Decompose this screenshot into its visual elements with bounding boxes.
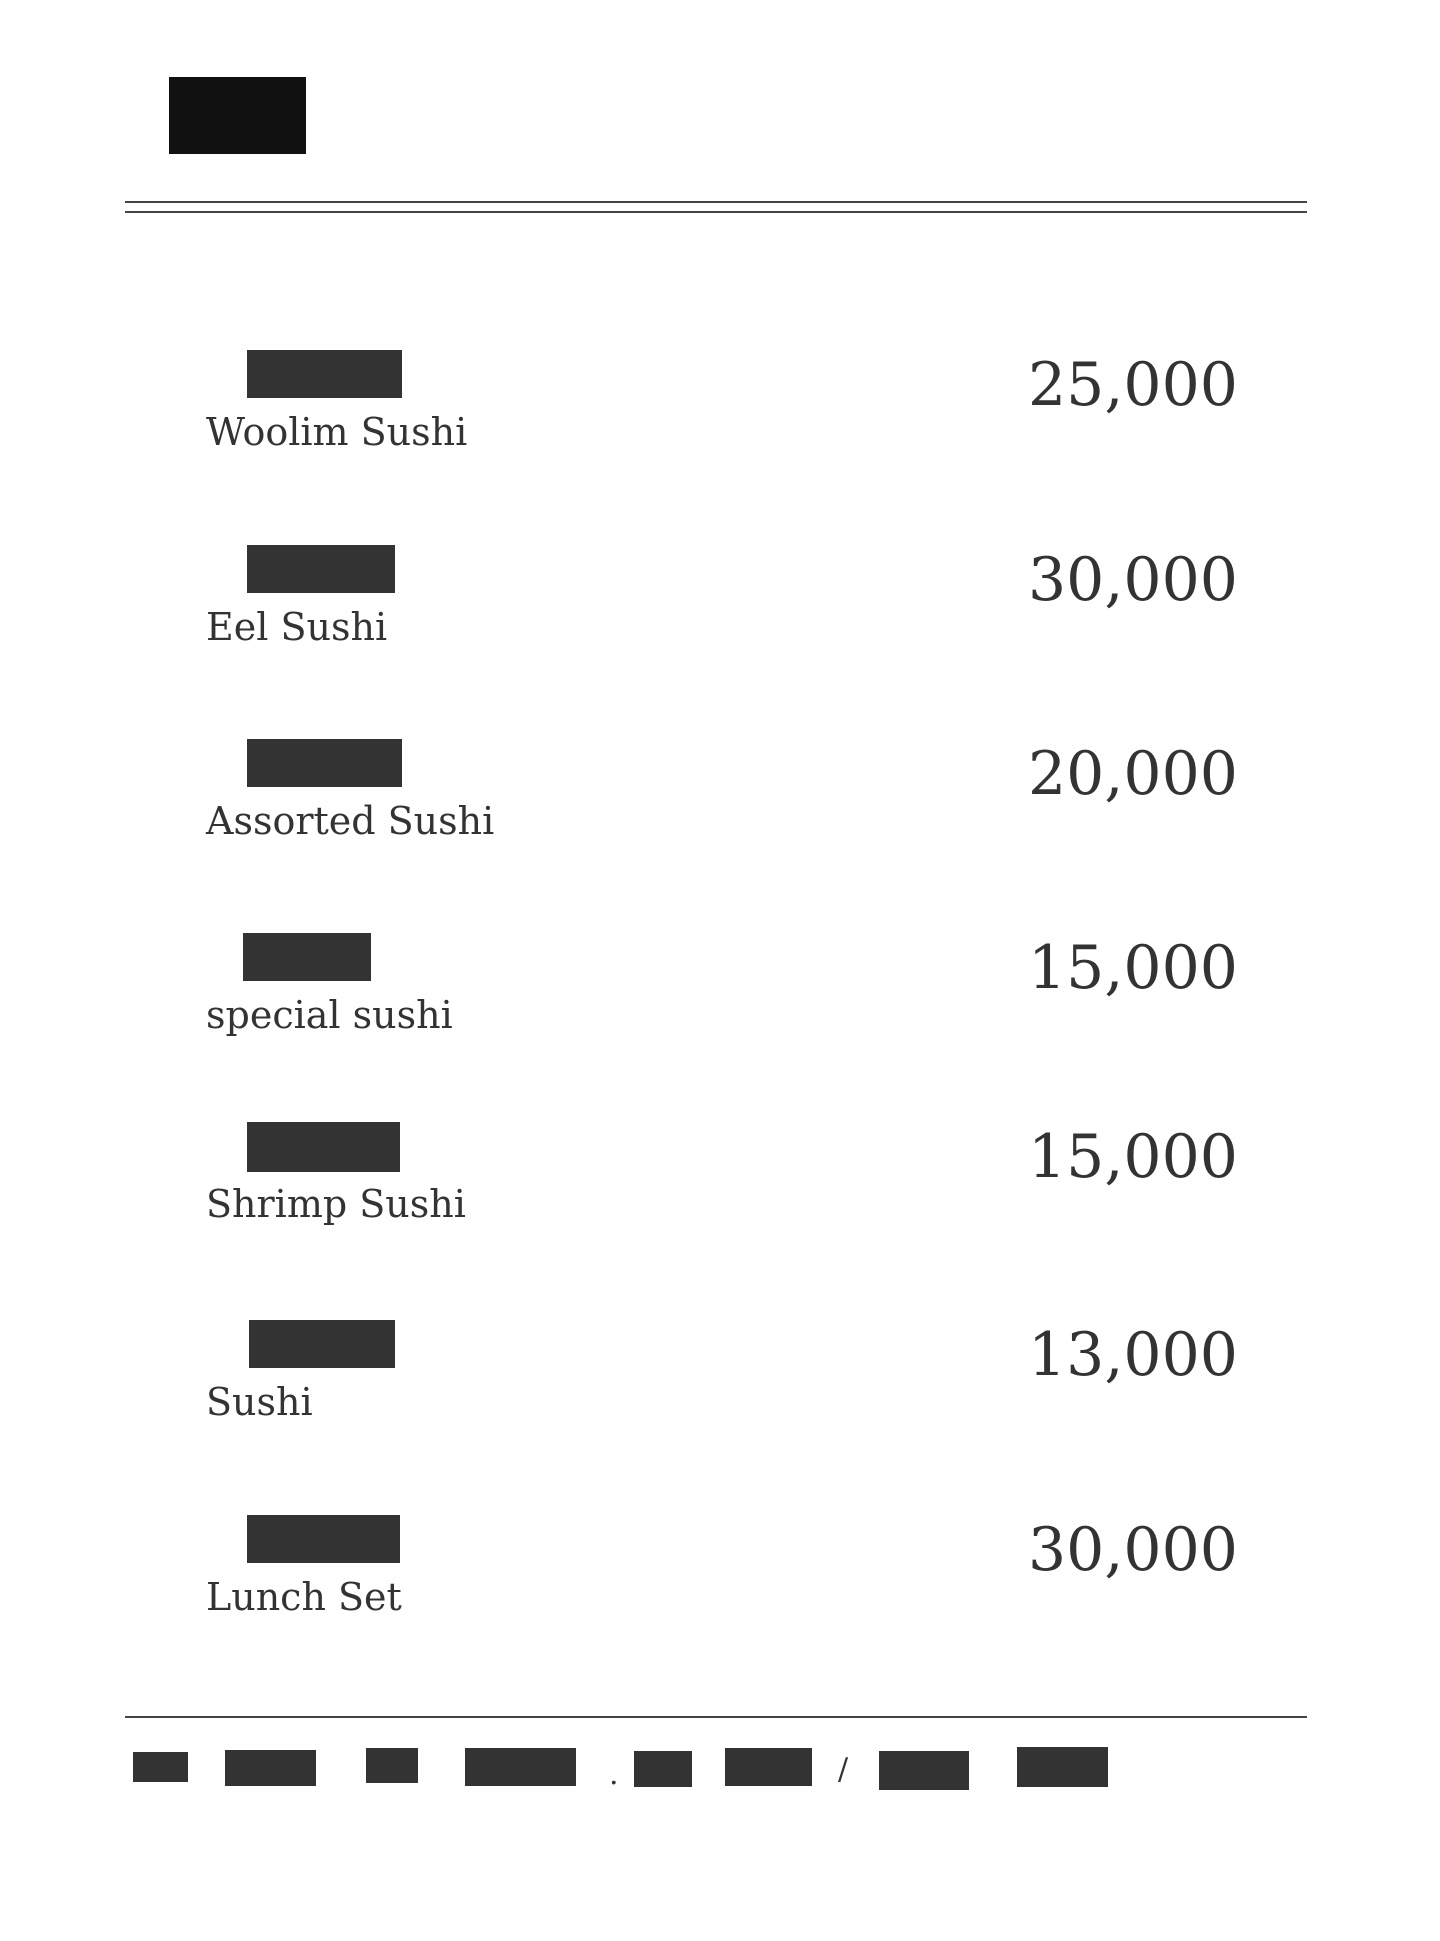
redacted-korean-name [247,1122,400,1172]
redacted-korean-name [243,933,371,981]
redacted-footer-segment [879,1751,969,1790]
menu-item-name: Lunch Set [206,1575,402,1619]
menu-item: Eel Sushi 30,000 [0,545,1440,695]
menu-item: Shrimp Sushi 15,000 [0,1122,1440,1272]
menu-item-price: 25,000 [1028,350,1238,420]
menu-item: special sushi 15,000 [0,933,1440,1083]
menu-item-name: Eel Sushi [206,605,388,649]
menu-item-name: Sushi [206,1380,313,1424]
menu-item-price: 15,000 [1028,933,1238,1003]
redacted-korean-name [247,739,402,787]
menu-item-name: special sushi [206,993,453,1037]
redacted-korean-name [247,350,402,398]
redacted-footer-segment [465,1748,576,1786]
menu-item-price: 15,000 [1028,1122,1238,1192]
footer-rule [125,1716,1307,1718]
menu-item: Woolim Sushi 25,000 [0,350,1440,500]
menu-item-name: Assorted Sushi [206,799,495,843]
redacted-korean-name [247,545,395,593]
menu-list: Woolim Sushi 25,000 Eel Sushi 30,000 Ass… [0,0,1440,1941]
menu-item-name: Shrimp Sushi [206,1182,466,1226]
menu-item-price: 20,000 [1028,739,1238,809]
menu-item: Lunch Set 30,000 [0,1515,1440,1665]
menu-item: Sushi 13,000 [0,1320,1440,1470]
menu-item-price: 13,000 [1028,1320,1238,1390]
menu-item-name: Woolim Sushi [206,410,468,454]
menu-item-price: 30,000 [1028,545,1238,615]
footer-separator: / [838,1752,849,1787]
redacted-footer-segment [725,1748,812,1786]
redacted-footer-segment [1017,1747,1108,1787]
redacted-footer-segment [634,1751,692,1787]
redacted-footer-segment [225,1750,316,1786]
redacted-footer-segment [366,1748,418,1783]
menu-item-price: 30,000 [1028,1515,1238,1585]
redacted-footer-segment [133,1752,188,1782]
redacted-korean-name [249,1320,395,1368]
footer-separator: . [609,1757,619,1792]
menu-item: Assorted Sushi 20,000 [0,739,1440,889]
redacted-korean-name [247,1515,400,1563]
